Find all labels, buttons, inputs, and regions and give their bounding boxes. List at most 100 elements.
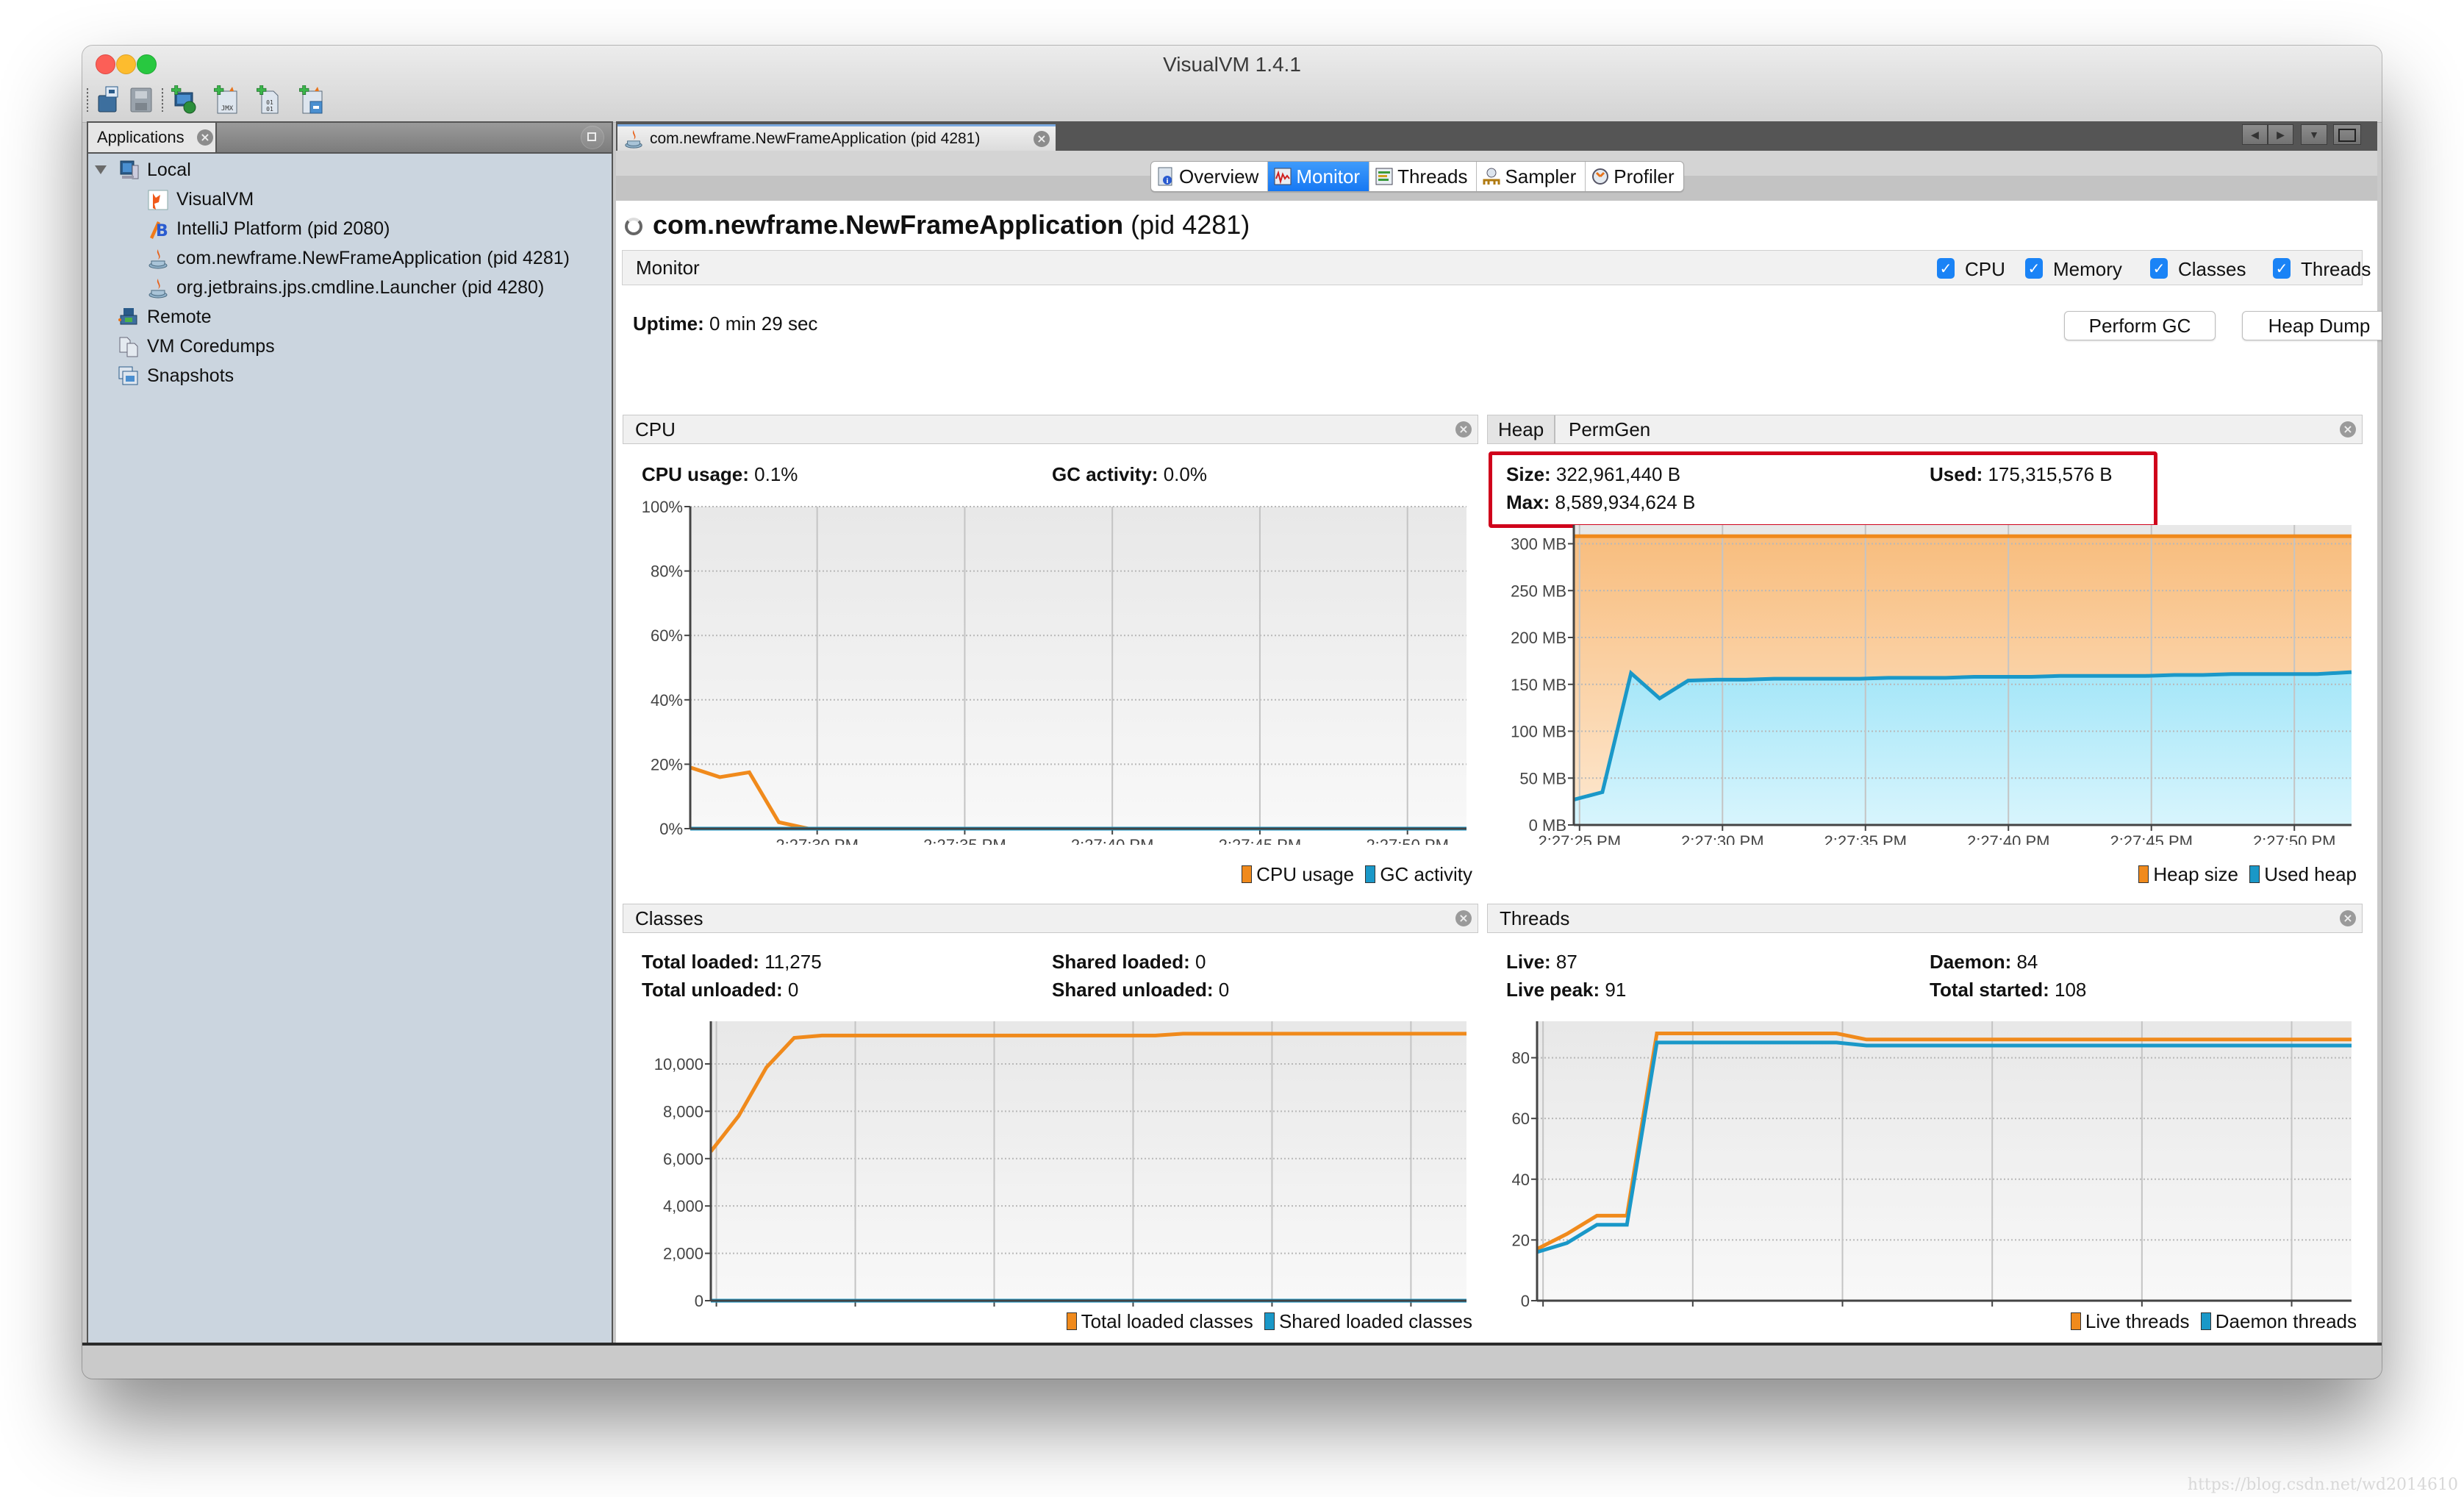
snapshots-icon — [118, 366, 138, 385]
x-tick-label: 2:27:40 PM — [1071, 836, 1154, 845]
threads-chart: 0204060802:27:25 PM2:27:30 PM2:27:35 PM2… — [1512, 1021, 2352, 1308]
close-icon[interactable]: × — [197, 129, 213, 146]
cpu-checkbox[interactable]: ✓ CPU — [1937, 258, 2005, 280]
uptime-value: 0 min 29 sec — [703, 312, 818, 335]
scroll-tabs-right-button[interactable]: ▶ — [2268, 124, 2293, 145]
stat-label: Max: — [1506, 491, 1550, 513]
tree-item-intellij-platform[interactable]: B IntelliJ Platform (pid 2080) — [147, 215, 603, 242]
tab-heap[interactable]: Heap — [1488, 415, 1556, 443]
tree-item-local[interactable]: Local — [94, 157, 601, 183]
daemon-threads-stat: Daemon: 84 — [1930, 951, 2038, 973]
svg-text:01: 01 — [266, 106, 273, 112]
stat-value: 8,589,934,624 B — [1550, 491, 1696, 513]
close-icon[interactable]: × — [1455, 421, 1472, 437]
view-tabs: i Overview Monitor Threads Sampler Profi… — [1150, 161, 1684, 192]
checkbox-label: CPU — [1965, 258, 2005, 280]
tree-item-vm-coredumps[interactable]: VM Coredumps — [118, 333, 595, 360]
tab-permgen[interactable]: PermGen — [1558, 415, 1661, 443]
legend-label: Shared loaded classes — [1278, 1310, 1472, 1332]
tree-item-remote[interactable]: Remote — [118, 304, 595, 330]
tab-threads[interactable]: Threads — [1369, 162, 1478, 191]
legend-swatch-cpu-usage — [1242, 865, 1253, 883]
threads-checkbox[interactable]: ✓ Threads — [2273, 258, 2371, 280]
close-icon[interactable]: × — [2340, 910, 2356, 926]
load-application-icon[interactable] — [96, 85, 122, 115]
java-app-icon — [148, 279, 168, 299]
tree-item-label: Remote — [147, 307, 212, 327]
legend-label: Daemon threads — [2215, 1310, 2357, 1332]
tab-label: Threads — [1397, 165, 1468, 187]
stat-value: 0 — [1213, 979, 1230, 1001]
add-remote-host-icon[interactable] — [171, 85, 197, 115]
main-area: com.newframe.NewFrameApplication (pid 42… — [616, 121, 2382, 1343]
y-tick-label: 0 — [695, 1292, 703, 1308]
tab-sampler[interactable]: Sampler — [1477, 162, 1586, 191]
y-tick-label: 80% — [651, 562, 683, 581]
memory-checkbox[interactable]: ✓ Memory — [2025, 258, 2122, 280]
total-loaded-stat: Total loaded: 11,275 — [642, 951, 822, 973]
legend-label: Total loaded classes — [1081, 1310, 1253, 1332]
tree-item-newframe-application[interactable]: com.newframe.NewFrameApplication (pid 42… — [147, 245, 603, 271]
tab-profiler[interactable]: Profiler — [1586, 162, 1683, 191]
heap-used-stat: Used: 175,315,576 B — [1930, 463, 2113, 486]
toolbar-separator — [87, 88, 88, 112]
add-coredump-icon[interactable]: 01 01 — [256, 85, 282, 115]
add-snapshot-icon[interactable] — [298, 85, 325, 115]
tree-item-label: org.jetbrains.jps.cmdline.Launcher (pid … — [176, 277, 545, 298]
plot-background — [690, 507, 1466, 829]
x-tick-label: 2:27:35 PM — [1824, 832, 1907, 845]
heap-chart: 0 MB50 MB100 MB150 MB200 MB250 MB300 MB2… — [1511, 525, 2352, 845]
threads-panel-header: Threads × — [1487, 904, 2363, 933]
y-tick-label: 100 MB — [1511, 723, 1566, 741]
save-icon[interactable] — [128, 85, 154, 115]
tab-overview[interactable]: i Overview — [1151, 162, 1269, 191]
tab-monitor[interactable]: Monitor — [1268, 162, 1370, 191]
cpu-panel-header: CPU × — [623, 415, 1478, 444]
y-tick-label: 40 — [1512, 1171, 1530, 1189]
used-heap-area — [1574, 672, 2352, 825]
tree-item-jps-launcher[interactable]: org.jetbrains.jps.cmdline.Launcher (pid … — [147, 274, 603, 301]
stat-value: 11,275 — [759, 951, 822, 973]
scroll-tabs-left-button[interactable]: ◀ — [2242, 124, 2268, 145]
x-tick-label: 2:27:40 PM — [1967, 832, 2050, 845]
title-bar: VisualVM 1.4.1 JMX 01 01 — [82, 46, 2382, 123]
svg-text:B: B — [156, 222, 168, 240]
checkbox-label: Threads — [2301, 258, 2371, 280]
x-tick-label: 2:27:50 PM — [1366, 836, 1449, 845]
threads-chart-legend: Live threads Daemon threads — [2070, 1310, 2357, 1333]
maximize-window-button[interactable] — [2333, 124, 2361, 145]
applications-sidebar: Applications × Local VisualVM B IntelliJ… — [87, 121, 613, 1346]
minimize-panel-button[interactable] — [581, 126, 604, 149]
tree-item-snapshots[interactable]: Snapshots — [118, 362, 595, 389]
perform-gc-button[interactable]: Perform GC — [2064, 311, 2216, 340]
y-tick-label: 250 MB — [1511, 582, 1566, 600]
expand-triangle-icon[interactable] — [94, 164, 107, 176]
y-tick-label: 60 — [1512, 1110, 1530, 1128]
toolbar: JMX 01 01 — [82, 82, 2382, 122]
tree-item-visualvm[interactable]: VisualVM — [147, 186, 603, 212]
heap-dump-button[interactable]: Heap Dump — [2242, 311, 2382, 340]
applications-tab[interactable]: Applications × — [88, 123, 217, 152]
coredumps-icon — [119, 337, 138, 357]
view-tabs-bar: i Overview Monitor Threads Sampler Profi… — [616, 151, 2377, 201]
total-started-stat: Total started: 108 — [1930, 979, 2086, 1001]
tab-list-dropdown-button[interactable]: ▼ — [2301, 124, 2327, 145]
stat-label: Used: — [1930, 463, 1983, 485]
uptime: Uptime: 0 min 29 sec — [633, 312, 817, 335]
tree-item-label: VisualVM — [176, 189, 254, 210]
close-icon[interactable]: × — [2340, 421, 2356, 437]
y-tick-label: 4,000 — [663, 1197, 703, 1215]
x-tick-label: 2:27:45 PM — [2110, 832, 2193, 845]
heap-chart-legend: Heap size Used heap — [2138, 863, 2357, 886]
close-icon[interactable]: × — [1034, 131, 1050, 147]
legend-swatch-live-threads — [2070, 1312, 2081, 1330]
tree-item-label: com.newframe.NewFrameApplication (pid 42… — [176, 248, 570, 268]
checkmark-icon: ✓ — [2025, 258, 2043, 279]
classes-checkbox[interactable]: ✓ Classes — [2150, 258, 2246, 280]
document-tab-newframe-application[interactable]: com.newframe.NewFrameApplication (pid 42… — [617, 124, 1056, 151]
live-peak-stat: Live peak: 91 — [1506, 979, 1626, 1001]
stat-label: GC activity: — [1052, 463, 1158, 485]
close-icon[interactable]: × — [1455, 910, 1472, 926]
panel-title: CPU — [635, 418, 676, 440]
add-jmx-connection-icon[interactable]: JMX — [213, 85, 240, 115]
